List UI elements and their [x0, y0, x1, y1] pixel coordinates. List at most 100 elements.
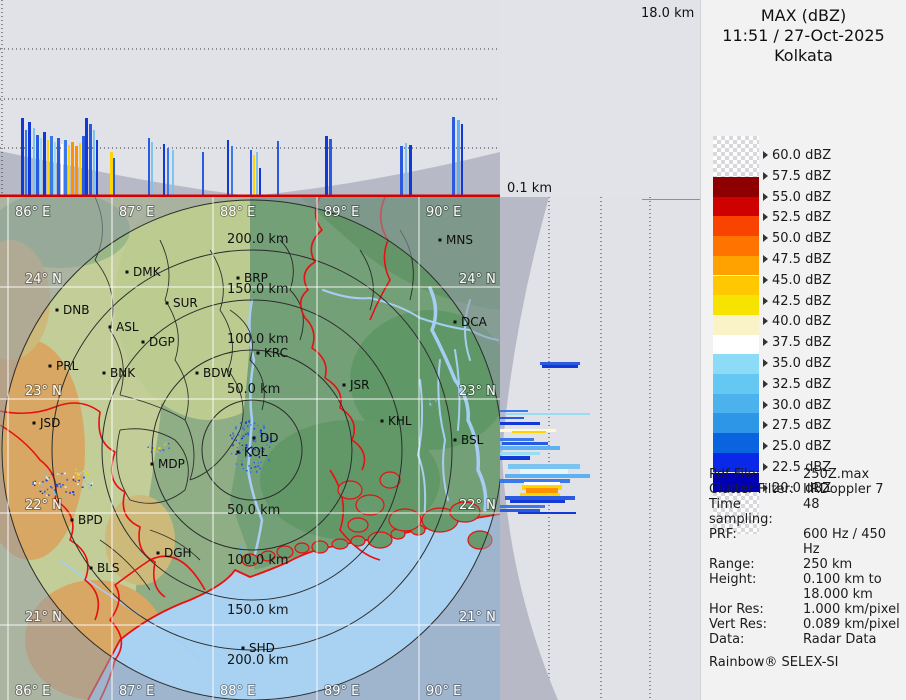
echo-column — [68, 145, 70, 197]
legend-value-label: 50.0 dBZ — [772, 231, 832, 247]
echo-column — [202, 152, 204, 197]
echo-row — [505, 413, 590, 415]
echo-column — [113, 158, 115, 197]
echo-column — [409, 145, 412, 197]
city-label: KOL — [244, 445, 268, 459]
echo-pixel — [60, 485, 62, 488]
metadata-label: Vert Res: — [709, 617, 768, 632]
colorbar-band — [713, 433, 759, 453]
metadata-row: Hor Res: 1.000 km/pixel — [709, 602, 904, 617]
echo-pixel — [65, 491, 67, 493]
metadata-value: 1.000 km/pixel — [803, 602, 900, 617]
legend-tick-arrow — [763, 338, 768, 347]
city-dot — [236, 450, 240, 454]
echo-pixel — [54, 493, 57, 496]
legend-value-label: 40.0 dBZ — [772, 314, 832, 330]
echo-pixel — [56, 473, 59, 475]
legend-entry: 40.0 dBZ — [763, 315, 831, 329]
echo-pixel — [254, 466, 257, 468]
city-dot — [438, 238, 442, 242]
legend-tick-arrow — [763, 151, 768, 159]
echo-pixel — [164, 444, 166, 446]
echo-pixel — [87, 473, 89, 475]
echo-pixel — [48, 494, 50, 496]
echo-pixel — [248, 420, 251, 422]
legend-tick-arrow — [763, 255, 768, 263]
echo-pixel — [78, 479, 80, 482]
city-label: SUR — [173, 296, 198, 310]
radar-map-panel: 86° E 86° E 87° E 87° E 88° E 88° E 89° E 89° E… — [0, 197, 500, 700]
echo-pixel — [62, 483, 64, 486]
longitude-label-top: 87° E — [119, 205, 154, 220]
echo-pixel — [235, 453, 238, 455]
echo-pixel — [63, 495, 65, 497]
echo-column — [259, 168, 261, 197]
metadata-label: Data: — [709, 632, 745, 647]
legend-entry: 57.5 dBZ — [763, 169, 831, 184]
echo-pixel — [77, 474, 80, 476]
echo-pixel — [162, 449, 165, 451]
legend-value-label: 27.5 dBZ — [772, 418, 832, 434]
echo-pixel — [254, 440, 257, 443]
echo-pixel — [74, 472, 77, 475]
echo-column — [47, 140, 49, 197]
legend-value-label: 32.5 dBZ — [772, 376, 832, 392]
echo-pixel — [253, 461, 255, 464]
echo-pixel — [168, 442, 170, 445]
echo-pixel — [229, 434, 232, 437]
echo-pixel — [77, 472, 79, 475]
city-dot — [165, 301, 169, 305]
product-metadata: Pdf File: 250Z.max Clutter Filter: IIRDoppl… — [709, 467, 904, 670]
echo-pixel — [241, 460, 243, 462]
city-label: JSD — [39, 416, 60, 430]
echo-column — [151, 142, 153, 197]
range-ring-label: 100.0 km — [227, 553, 289, 568]
echo-pixel — [45, 476, 48, 478]
echo-pixel — [247, 433, 249, 436]
echo-pixel — [268, 446, 271, 448]
echo-row — [540, 362, 580, 365]
city-label: MNS — [446, 233, 473, 247]
metadata-label: Height: — [709, 572, 757, 587]
city-label: DD — [260, 431, 278, 445]
height-gridlines — [548, 197, 651, 700]
echo-row — [510, 500, 565, 503]
range-ring-label: 150.0 km — [227, 603, 289, 618]
colorbar-band — [713, 216, 759, 237]
echo-column — [452, 117, 455, 197]
city-label: BLS — [97, 561, 120, 575]
echo-pixel — [241, 437, 243, 440]
city-dot — [342, 383, 346, 387]
echo-row — [502, 442, 548, 445]
city-dot — [236, 276, 240, 280]
legend-value-label: 47.5 dBZ — [772, 252, 832, 267]
echo-pixel — [46, 477, 49, 480]
longitude-label-bottom: 87° E — [119, 684, 154, 699]
echo-column — [43, 132, 46, 197]
echo-row — [508, 464, 580, 469]
echo-pixel — [248, 421, 250, 423]
echo-pixel — [257, 462, 259, 464]
echo-pixel — [245, 470, 248, 472]
echo-row — [505, 474, 590, 478]
echo-pixel — [84, 480, 86, 482]
echo-row — [520, 493, 560, 496]
echo-pixel — [82, 476, 85, 479]
echo-column — [50, 136, 53, 197]
echo-pixel — [82, 470, 84, 472]
city-dot — [252, 436, 256, 440]
legend-tick-arrow — [763, 234, 768, 243]
echo-pixel — [250, 471, 252, 474]
city-dot — [102, 371, 106, 375]
colorbar-band — [713, 255, 759, 276]
legend-entry: 27.5 dBZ — [763, 419, 831, 433]
echo-column — [277, 141, 279, 197]
echo-pixel — [72, 476, 75, 479]
axis-join-line — [642, 199, 700, 200]
legend-entry: 55.0 dBZ — [763, 190, 831, 205]
echo-column — [25, 130, 27, 197]
city-label: BPD — [78, 513, 103, 527]
city-label: DGH — [164, 546, 192, 560]
latitude-label-right: 22° N — [459, 498, 496, 513]
range-ring-label: 200.0 km — [227, 232, 289, 247]
